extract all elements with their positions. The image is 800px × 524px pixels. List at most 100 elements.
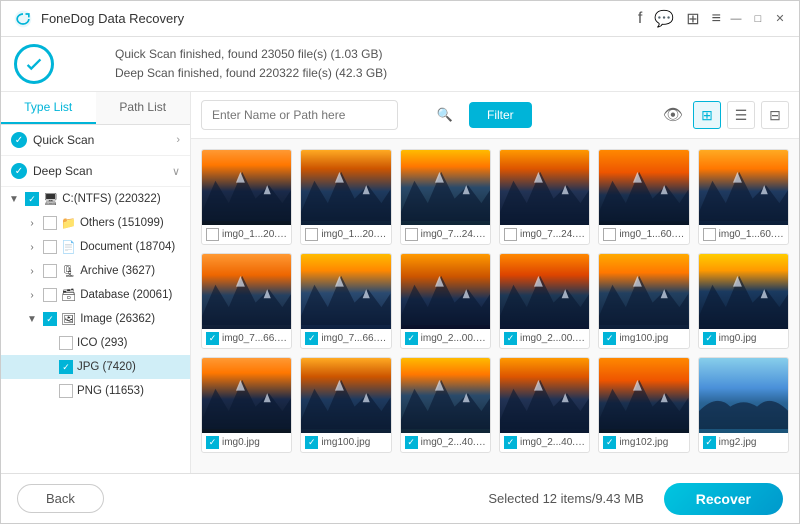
image-cell-8[interactable]: img0_7...66.jpg — [300, 253, 391, 349]
image-thumb-8 — [301, 254, 390, 329]
image-cell-7[interactable]: img0_7...66.jpg — [201, 253, 292, 349]
menu-icon[interactable]: ≡ — [712, 10, 721, 28]
image-name-11: img100.jpg — [619, 333, 668, 344]
image-checkbox-18[interactable] — [703, 436, 716, 449]
image-thumb-18 — [699, 358, 788, 433]
image-label-row-15: img0_2...40.jpg — [401, 433, 490, 452]
tab-type-list[interactable]: Type List — [1, 92, 96, 124]
image-name-6: img0_1...60.jpg — [719, 229, 784, 240]
message-icon[interactable]: 💬 — [654, 9, 674, 29]
image-cell-16[interactable]: img0_2...40.jpg — [499, 357, 590, 453]
tree-item-png[interactable]: PNG (11653) — [1, 379, 190, 403]
image-checkbox-12[interactable] — [703, 332, 716, 345]
content-toolbar: 🔍 Filter 👁 ⊞ ☰ ⊟ — [191, 92, 799, 139]
image-checkbox-11[interactable] — [603, 332, 616, 345]
image-checkbox-14[interactable] — [305, 436, 318, 449]
content-area: 🔍 Filter 👁 ⊞ ☰ ⊟ img0_1...20.jpgimg0_1..… — [191, 92, 799, 473]
tree-item-archive[interactable]: › 🗜 Archive (3627) — [1, 259, 190, 283]
tree-item-others[interactable]: › 📁 Others (151099) — [1, 211, 190, 235]
image-checkbox-2[interactable] — [305, 228, 318, 241]
image-checkbox-9[interactable] — [405, 332, 418, 345]
c-drive-checkbox[interactable] — [25, 192, 39, 206]
list-view-button[interactable]: ☰ — [727, 101, 755, 129]
image-checkbox[interactable] — [43, 312, 57, 326]
image-expand-arrow: ▼ — [25, 314, 39, 325]
c-drive-icon: 🖥 — [43, 192, 58, 206]
image-thumb-3 — [401, 150, 490, 225]
database-checkbox[interactable] — [43, 288, 57, 302]
tree-item-jpg[interactable]: JPG (7420) — [1, 355, 190, 379]
info-icon[interactable]: ⊞ — [686, 9, 699, 29]
image-cell-1[interactable]: img0_1...20.jpg — [201, 149, 292, 245]
image-label-row-11: img100.jpg — [599, 329, 688, 348]
document-label: Document (18704) — [80, 241, 182, 253]
archive-checkbox[interactable] — [43, 264, 57, 278]
image-cell-9[interactable]: img0_2...00.jpg — [400, 253, 491, 349]
deep-scan-status: Deep Scan finished, found 220322 file(s)… — [115, 64, 387, 83]
minimize-button[interactable]: — — [729, 12, 743, 26]
tree-item-ico[interactable]: ICO (293) — [1, 331, 190, 355]
image-checkbox-3[interactable] — [405, 228, 418, 241]
quick-scan-item[interactable]: Quick Scan › — [1, 125, 190, 156]
sidebar: Type List Path List Quick Scan › Deep Sc… — [1, 92, 191, 473]
others-arrow: › — [25, 218, 39, 229]
image-name-16: img0_2...40.jpg — [520, 437, 585, 448]
image-label-row-12: img0.jpg — [699, 329, 788, 348]
image-cell-3[interactable]: img0_7...24.jpg — [400, 149, 491, 245]
image-cell-15[interactable]: img0_2...40.jpg — [400, 357, 491, 453]
detail-view-button[interactable]: ⊟ — [761, 101, 789, 129]
tree-item-image[interactable]: ▼ 🖼 Image (26362) — [1, 307, 190, 331]
image-cell-14[interactable]: img100.jpg — [300, 357, 391, 453]
image-label: Image (26362) — [80, 313, 182, 325]
ico-checkbox[interactable] — [59, 336, 73, 350]
image-thumb-1 — [202, 150, 291, 225]
image-cell-12[interactable]: img0.jpg — [698, 253, 789, 349]
image-cell-13[interactable]: img0.jpg — [201, 357, 292, 453]
tree-item-c-drive[interactable]: ▼ 🖥 C:(NTFS) (220322) — [1, 187, 190, 211]
tree-item-document[interactable]: › 📄 Document (18704) — [1, 235, 190, 259]
image-label-row-8: img0_7...66.jpg — [301, 329, 390, 348]
image-cell-5[interactable]: img0_1...60.jpg — [598, 149, 689, 245]
filter-button[interactable]: Filter — [469, 102, 532, 128]
image-checkbox-10[interactable] — [504, 332, 517, 345]
image-checkbox-13[interactable] — [206, 436, 219, 449]
facebook-icon[interactable]: f — [638, 10, 642, 28]
png-checkbox[interactable] — [59, 384, 73, 398]
close-button[interactable]: ✕ — [773, 12, 787, 26]
image-cell-2[interactable]: img0_1...20.jpg — [300, 149, 391, 245]
tree-item-database[interactable]: › 🗃 Database (20061) — [1, 283, 190, 307]
deep-scan-item[interactable]: Deep Scan ∨ — [1, 156, 190, 187]
image-checkbox-16[interactable] — [504, 436, 517, 449]
image-checkbox-7[interactable] — [206, 332, 219, 345]
others-label: Others (151099) — [80, 217, 182, 229]
image-checkbox-5[interactable] — [603, 228, 616, 241]
image-checkbox-6[interactable] — [703, 228, 716, 241]
image-cell-17[interactable]: img102.jpg — [598, 357, 689, 453]
maximize-button[interactable]: □ — [751, 12, 765, 26]
tab-path-list[interactable]: Path List — [96, 92, 191, 124]
document-checkbox[interactable] — [43, 240, 57, 254]
back-button[interactable]: Back — [17, 484, 104, 513]
image-checkbox-17[interactable] — [603, 436, 616, 449]
recover-button[interactable]: Recover — [664, 483, 783, 515]
image-checkbox-4[interactable] — [504, 228, 517, 241]
image-cell-18[interactable]: img2.jpg — [698, 357, 789, 453]
image-checkbox-8[interactable] — [305, 332, 318, 345]
image-checkbox-15[interactable] — [405, 436, 418, 449]
image-grid: img0_1...20.jpgimg0_1...20.jpgimg0_7...2… — [191, 139, 799, 473]
image-cell-6[interactable]: img0_1...60.jpg — [698, 149, 789, 245]
search-icon: 🔍 — [437, 107, 453, 123]
eye-icon[interactable]: 👁 — [663, 105, 683, 125]
image-cell-10[interactable]: img0_2...00.jpg — [499, 253, 590, 349]
image-cell-4[interactable]: img0_7...24.jpg — [499, 149, 590, 245]
grid-view-button[interactable]: ⊞ — [693, 101, 721, 129]
image-cell-11[interactable]: img100.jpg — [598, 253, 689, 349]
selected-info: Selected 12 items/9.43 MB — [488, 491, 643, 506]
image-thumb-4 — [500, 150, 589, 225]
jpg-checkbox[interactable] — [59, 360, 73, 374]
c-drive-label: C:(NTFS) (220322) — [62, 193, 182, 205]
search-input[interactable] — [201, 100, 398, 130]
image-name-8: img0_7...66.jpg — [321, 333, 386, 344]
others-checkbox[interactable] — [43, 216, 57, 230]
image-checkbox-1[interactable] — [206, 228, 219, 241]
